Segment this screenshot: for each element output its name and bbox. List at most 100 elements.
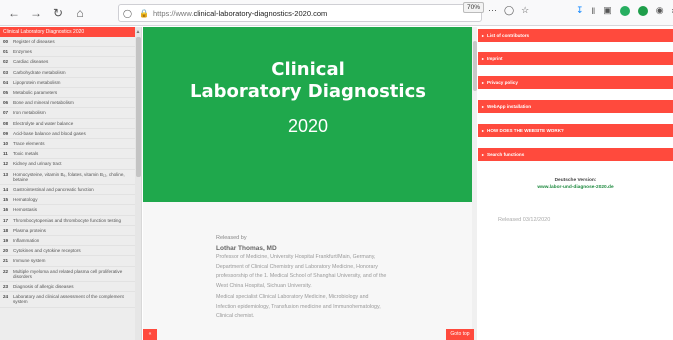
sidebar-item[interactable]: 00 Register of diseases [0,37,141,48]
sidebar-item[interactable]: 24 Laboratory and clinical assessment of … [0,292,141,308]
chapter-label: Hematology [13,197,38,203]
chapter-label: Lipoprotein metabolism [13,79,61,85]
search-functions-button[interactable]: Search functions [478,148,673,161]
reload-icon[interactable]: ↻ [50,5,66,21]
sidebar-item[interactable]: 16 Hemostasis [0,205,141,216]
account-icon[interactable]: ◉ [656,5,664,16]
sidebar-scroll-thumb[interactable] [135,37,141,177]
chapter-label: Cardiac diseases [13,59,49,65]
collapse-sidebar-button[interactable]: « [143,329,157,340]
main-scroll-thumb[interactable] [472,41,477,91]
author-bio-line: Professor of Medicine, University Hospit… [216,254,376,260]
chapter-number: 20 [3,248,9,254]
sidebar-item[interactable]: 04 Lipoprotein metabolism [0,78,141,89]
chapter-number: 10 [3,141,9,147]
webapp-installation-button[interactable]: WebApp installation [478,100,673,113]
sidebar-item[interactable]: 09 Acid-base balance and blood gases [0,129,141,140]
contributors-button[interactable]: List of contributors [478,29,673,42]
sidebar-item[interactable]: 18 Plasma proteins [0,226,141,237]
extension-icon-2[interactable] [637,5,648,16]
goto-top-button[interactable]: Goto top [446,329,474,340]
sidebar-item[interactable]: 11 Toxic metals [0,149,141,160]
chapter-number: 23 [3,284,9,290]
sidebar-item[interactable]: 01 Enzymes [0,47,141,58]
privacy-policy-button[interactable]: Privacy policy [478,76,673,89]
hero-banner: Clinical Laboratory Diagnostics 2020 [143,27,473,202]
sidebar-icon[interactable]: ▣ [603,5,612,16]
hero-title-line2: Laboratory Diagnostics [190,81,426,102]
chapter-sidebar: Clinical Laboratory Diagnostics 2020 00 R… [0,27,142,340]
chapter-number: 13 [3,171,9,177]
sidebar-header[interactable]: Clinical Laboratory Diagnostics 2020 [0,27,141,37]
chapter-number: 06 [3,100,9,106]
chapter-number: 05 [3,90,9,96]
chapter-number: 15 [3,197,9,203]
author-bio-line: professorship of the 1. Medical School o… [216,273,387,279]
chapter-number: 12 [3,161,9,167]
sidebar-item[interactable]: 20 Cytokines and cytokine receptors [0,246,141,257]
chapter-number: 24 [3,294,9,300]
author-bio-line: Clinical chemist. [216,313,255,319]
sidebar-item[interactable]: 17 Thrombocytopenias and thrombocyte func… [0,216,141,226]
forward-icon[interactable]: → [28,5,44,21]
chapter-number: 01 [3,49,9,55]
url-text[interactable]: https://www.clinical-laboratory-diagnost… [153,9,327,18]
german-version-link[interactable]: www.labor-und-diagnose-2020.de [478,184,673,191]
download-icon[interactable]: ↧ [576,5,584,16]
author-info: Released by Lothar Thomas, MD Professor … [216,234,401,322]
sidebar-scrollbar[interactable]: ▲ [135,27,141,340]
sidebar-item[interactable]: 23 Diagnosis of allergic diseases [0,282,141,293]
sidebar-item[interactable]: 22 Multiple myeloma and related plasma ce… [0,267,141,283]
imprint-button[interactable]: Imprint [478,52,673,65]
chapter-number: 17 [3,217,9,223]
sidebar-item[interactable]: 07 Iron metabolism [0,108,141,119]
bookmark-star-icon[interactable]: ☆ [521,5,529,16]
chapter-label: Carbohydrate metabolism [13,69,66,75]
chapter-number: 22 [3,268,9,274]
sidebar-item[interactable]: 08 Electrolyte and water balance [0,119,141,129]
sidebar-item[interactable]: 06 Bone and mineral metabolism [0,98,141,109]
author-bio-line: Infection epidemiology, Transfusion medi… [216,303,381,310]
extension-icon[interactable] [619,5,630,16]
german-version: Deutsche Version: www.labor-und-diagnose… [478,177,673,191]
chapter-label: Acid-base balance and blood gases [13,130,86,136]
sidebar-item[interactable]: 14 Gastrointestinal and pancreatic functi… [0,185,141,196]
chapter-number: 11 [3,151,8,157]
sidebar-item[interactable]: 13 Homocysteine, vitamin B₆, folates, vit… [0,170,141,186]
back-icon[interactable]: ← [6,5,22,21]
how-website-works-button[interactable]: HOW DOES THE WEBSITE WORK? [478,124,673,137]
toolbar-icons: ↧ ‖ ▣ ◉ ≡ [576,5,673,16]
zoom-level[interactable]: 70% [463,2,485,13]
sidebar-item[interactable]: 15 Hematology [0,195,141,206]
chapter-label: Laboratory and clinical assessment of th… [13,294,124,305]
chapter-number: 08 [3,120,9,126]
home-icon[interactable]: ⌂ [72,5,88,21]
url-bar[interactable]: ◯ 🔒 https://www.clinical-laboratory-diag… [118,4,482,22]
chapter-number: 02 [3,59,9,65]
chapter-number: 04 [3,79,9,85]
chapter-label: Metabolic parameters [13,90,58,96]
sidebar-item[interactable]: 19 Inflammation [0,236,141,247]
more-icon[interactable]: ⋯ [488,5,497,16]
sidebar-item[interactable]: 03 Carbohydrate metabolism [0,68,141,78]
sidebar-item[interactable]: 12 Kidney and urinary tract [0,159,141,170]
chapter-label: Hemostasis [13,207,37,213]
chapter-label: Kidney and urinary tract [13,161,62,167]
chapter-label: Gastrointestinal and pancreatic function [13,187,94,193]
released-by-label: Released by [216,235,247,241]
right-panel: List of contributors Imprint Privacy pol… [478,27,673,340]
lock-icon[interactable]: 🔒 [139,9,149,18]
chapter-number: 09 [3,130,9,136]
sidebar-item[interactable]: 10 Trace elements [0,139,141,150]
author-name: Lothar Thomas, MD [216,244,277,252]
shield-icon[interactable]: ◯ [123,9,133,18]
sidebar-item[interactable]: 02 Cardiac diseases [0,57,141,68]
main-scrollbar[interactable] [472,27,477,340]
library-icon[interactable]: ‖ [592,6,596,16]
chapter-label: Electrolyte and water balance [13,120,74,126]
sidebar-item[interactable]: 21 Immune system [0,256,141,267]
pocket-icon[interactable]: ◯ [504,5,514,16]
chapter-number: 03 [3,69,9,75]
sidebar-item[interactable]: 05 Metabolic parameters [0,88,141,99]
scroll-up-icon[interactable]: ▲ [135,29,141,35]
